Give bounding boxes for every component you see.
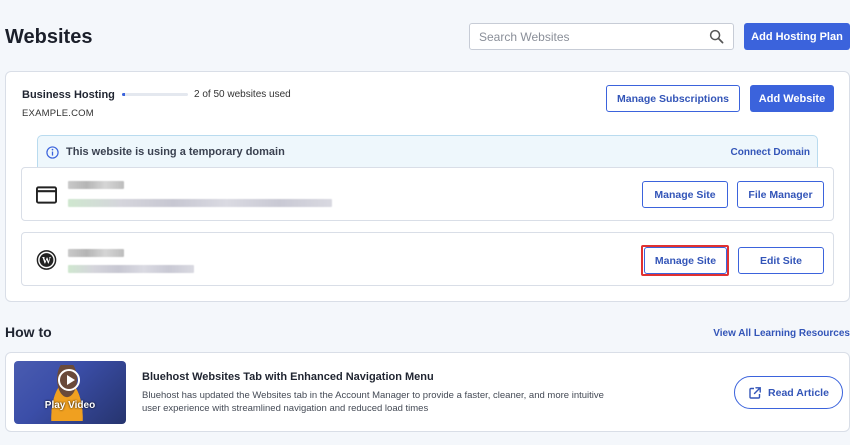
connect-domain-link[interactable]: Connect Domain xyxy=(731,147,810,158)
play-icon[interactable] xyxy=(58,369,80,391)
edit-site-button[interactable]: Edit Site xyxy=(738,247,824,274)
temporary-domain-message: This website is using a temporary domain xyxy=(66,146,285,158)
page-title: Websites xyxy=(5,26,93,48)
manage-site-button[interactable]: Manage Site xyxy=(642,181,728,208)
search-icon[interactable] xyxy=(709,29,724,44)
site-name-redacted xyxy=(68,249,124,257)
external-link-icon xyxy=(749,386,761,399)
site-url-redacted xyxy=(68,199,332,207)
highlight-box xyxy=(641,245,729,276)
wordpress-icon: W xyxy=(36,250,57,270)
file-manager-button[interactable]: File Manager xyxy=(737,181,824,208)
search-input[interactable] xyxy=(470,24,695,49)
plan-name: Business Hosting xyxy=(22,89,115,101)
info-icon xyxy=(46,146,59,159)
plan-domain: EXAMPLE.COM xyxy=(22,108,94,119)
site-name-redacted xyxy=(68,181,124,189)
add-hosting-plan-button[interactable]: Add Hosting Plan xyxy=(744,23,850,50)
read-article-label: Read Article xyxy=(768,386,829,399)
browser-window-icon xyxy=(36,186,57,204)
article-card: Play Video Bluehost Websites Tab with En… xyxy=(5,352,850,432)
site-row: W Manage Site Edit Site xyxy=(21,232,834,286)
add-website-button[interactable]: Add Website xyxy=(750,85,834,112)
view-all-learning-resources-link[interactable]: View All Learning Resources xyxy=(713,328,850,339)
search-box[interactable] xyxy=(469,23,734,50)
site-row: Manage Site File Manager xyxy=(21,167,834,221)
svg-text:W: W xyxy=(42,256,51,266)
video-thumbnail[interactable]: Play Video xyxy=(14,361,126,424)
usage-progress-bar xyxy=(122,93,188,96)
site-url-redacted xyxy=(68,265,194,273)
play-video-label[interactable]: Play Video xyxy=(14,400,126,411)
usage-progress-fill xyxy=(122,93,125,96)
read-article-button[interactable]: Read Article xyxy=(734,376,843,409)
manage-subscriptions-button[interactable]: Manage Subscriptions xyxy=(606,85,740,112)
article-description: Bluehost has updated the Websites tab in… xyxy=(142,390,604,414)
article-title: Bluehost Websites Tab with Enhanced Navi… xyxy=(142,371,434,383)
temporary-domain-banner: This website is using a temporary domain… xyxy=(37,135,818,169)
usage-text: 2 of 50 websites used xyxy=(194,89,291,100)
howto-title: How to xyxy=(5,324,52,340)
